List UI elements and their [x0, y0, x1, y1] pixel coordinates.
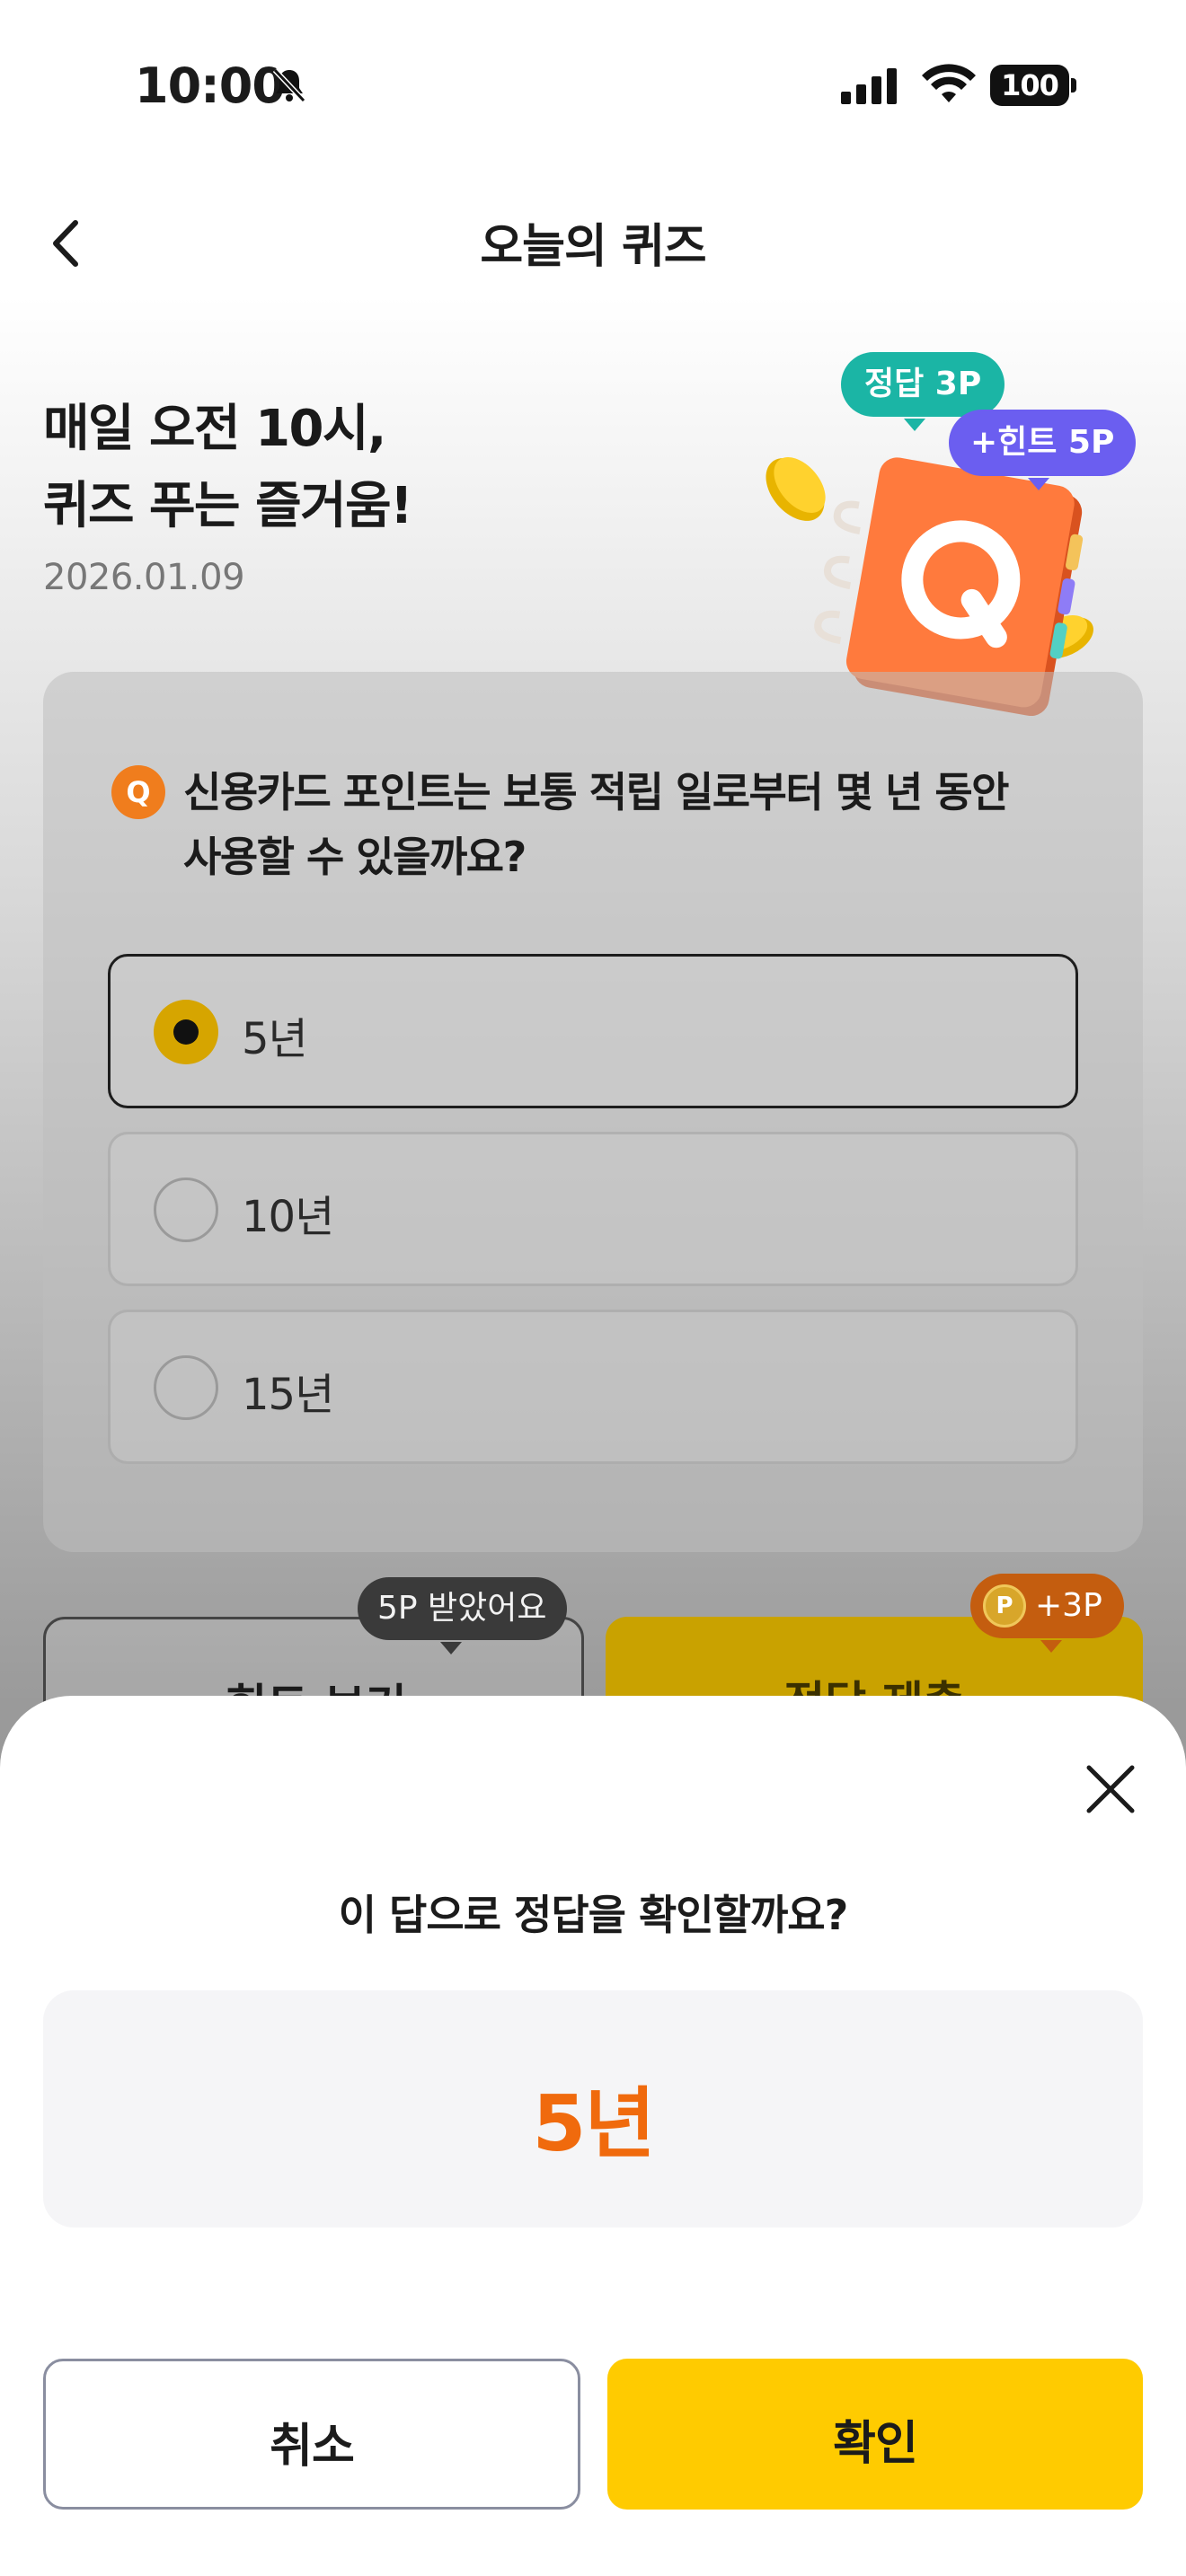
selected-answer: 5년 — [532, 2079, 656, 2169]
question-text-line-2: 사용할 수 있을까요? — [183, 833, 527, 881]
answer-option-1[interactable]: 5년 — [108, 954, 1078, 1108]
battery-level: 100 — [990, 65, 1069, 106]
quiz-date: 2026.01.09 — [43, 557, 245, 598]
point-coin-icon: P — [983, 1584, 1026, 1628]
selected-answer-box: 5년 — [43, 1990, 1143, 2228]
hint-points-tooltip: +힌트 5P — [949, 410, 1137, 490]
answer-option-label: 5년 — [242, 1014, 308, 1064]
answer-points-tooltip: 정답 3P — [841, 352, 1005, 431]
confirm-button-label: 확인 — [833, 2417, 918, 2471]
quiz-screen: 10:00 100 오늘의 퀴즈 매일 오전 10시, 퀴즈 푸는 즐거움! 2… — [0, 0, 1186, 2576]
hero-title-line-2: 퀴즈 푸는 즐거움! — [43, 477, 413, 535]
cancel-button-label: 취소 — [270, 2420, 355, 2474]
answer-option-label: 15년 — [242, 1370, 334, 1420]
answer-option-label: 10년 — [242, 1192, 334, 1242]
bell-off-icon — [272, 67, 306, 103]
question-text-line-1: 신용카드 포인트는 보통 적립 일로부터 몇 년 동안 — [183, 768, 1010, 816]
close-icon[interactable] — [1082, 1760, 1139, 1818]
radio-selected-icon[interactable] — [154, 1000, 218, 1064]
question-badge: Q — [111, 765, 165, 819]
answer-option-3[interactable]: 15년 — [108, 1310, 1078, 1464]
submit-points-tooltip: P +3P — [970, 1574, 1124, 1653]
wifi-icon — [922, 64, 976, 102]
hint-received-tooltip: 5P 받았어요 — [358, 1577, 567, 1654]
cancel-button[interactable]: 취소 — [43, 2359, 580, 2510]
confirm-button[interactable]: 확인 — [607, 2359, 1143, 2510]
cellular-signal-icon — [841, 68, 897, 104]
confirm-question: 이 답으로 정답을 확인할까요? — [338, 1891, 849, 1939]
battery-indicator: 100 — [990, 65, 1076, 106]
page-title: 오늘의 퀴즈 — [480, 220, 706, 274]
status-time: 10:00 — [135, 57, 286, 114]
hero-title-line-1: 매일 오전 10시, — [43, 400, 386, 458]
answer-option-2[interactable]: 10년 — [108, 1132, 1078, 1286]
radio-unselected-icon[interactable] — [154, 1178, 218, 1242]
radio-unselected-icon[interactable] — [154, 1355, 218, 1420]
submit-points-text: +3P — [1035, 1587, 1102, 1624]
